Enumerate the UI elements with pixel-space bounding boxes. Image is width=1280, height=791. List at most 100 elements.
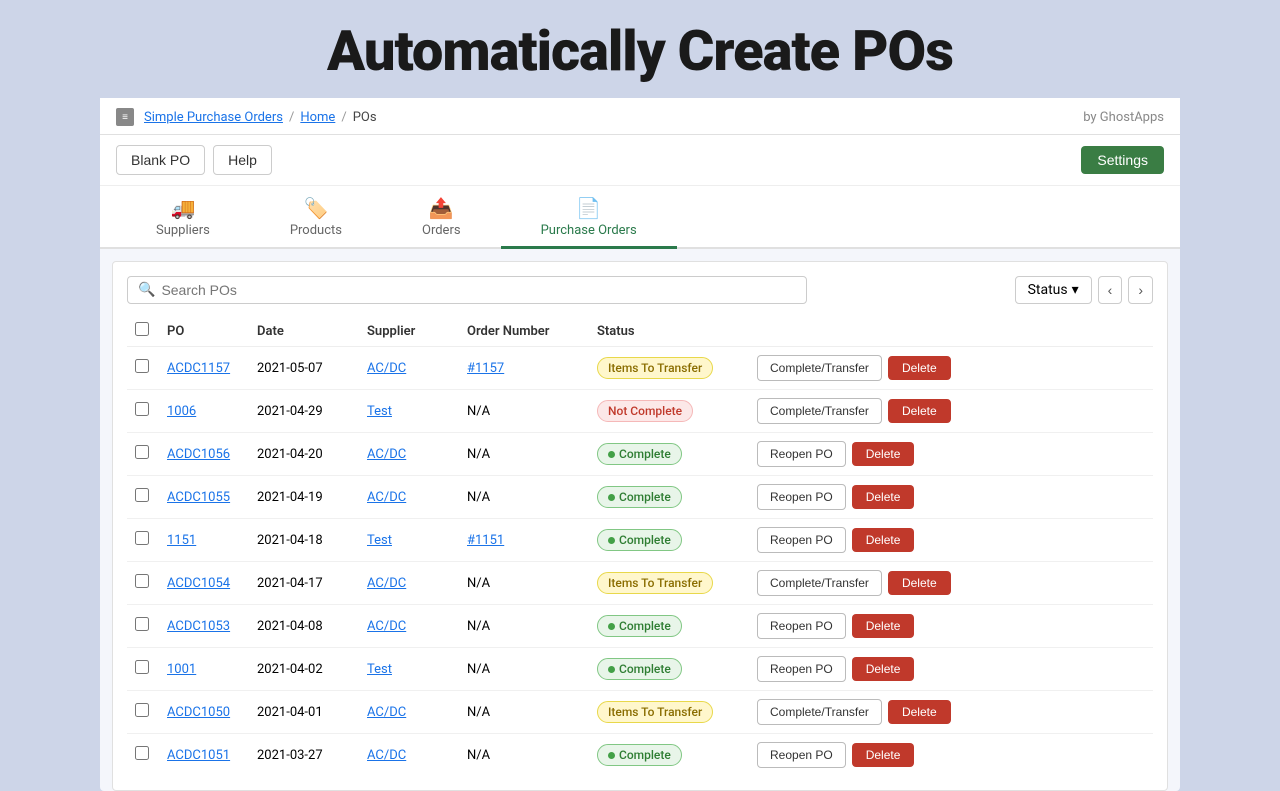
app-icon: ≡ [116, 108, 134, 126]
row-checkbox[interactable] [135, 617, 149, 631]
row-checkbox[interactable] [135, 660, 149, 674]
reopen-po-button[interactable]: Reopen PO [757, 742, 846, 768]
supplier-link[interactable]: Test [367, 404, 392, 419]
po-link[interactable]: ACDC1053 [167, 619, 230, 634]
delete-button[interactable]: Delete [852, 528, 915, 552]
po-link[interactable]: 1006 [167, 404, 196, 419]
po-date: 2021-04-18 [249, 519, 359, 562]
settings-button[interactable]: Settings [1081, 146, 1164, 174]
row-checkbox[interactable] [135, 359, 149, 373]
po-link[interactable]: ACDC1051 [167, 748, 230, 763]
supplier-link[interactable]: AC/DC [367, 748, 406, 763]
order-number: N/A [459, 390, 589, 433]
table-row: ACDC10552021-04-19AC/DCN/ACompleteReopen… [127, 476, 1153, 519]
help-button[interactable]: Help [213, 145, 272, 175]
order-number-link[interactable]: #1151 [467, 533, 504, 548]
tab-purchase-orders[interactable]: 📄 Purchase Orders [501, 186, 677, 249]
upload-icon: 📤 [429, 196, 454, 220]
po-link[interactable]: ACDC1054 [167, 576, 230, 591]
tab-suppliers-label: Suppliers [156, 223, 210, 238]
tab-products[interactable]: 🏷️ Products [250, 186, 382, 249]
row-checkbox[interactable] [135, 703, 149, 717]
next-page-button[interactable]: › [1128, 276, 1153, 304]
action-buttons: Reopen PODelete [757, 441, 1145, 467]
table-row: ACDC11572021-05-07AC/DC#1157Items To Tra… [127, 347, 1153, 390]
status-dropdown[interactable]: Status ▾ [1015, 276, 1092, 304]
status-badge: Complete [597, 443, 682, 465]
delete-button[interactable]: Delete [852, 614, 915, 638]
supplier-link[interactable]: Test [367, 533, 392, 548]
complete-transfer-button[interactable]: Complete/Transfer [757, 699, 882, 725]
reopen-po-button[interactable]: Reopen PO [757, 484, 846, 510]
complete-transfer-button[interactable]: Complete/Transfer [757, 398, 882, 424]
delete-button[interactable]: Delete [852, 485, 915, 509]
complete-dot-icon [608, 666, 615, 673]
complete-dot-icon [608, 451, 615, 458]
delete-button[interactable]: Delete [852, 442, 915, 466]
row-checkbox[interactable] [135, 488, 149, 502]
po-link[interactable]: ACDC1055 [167, 490, 230, 505]
breadcrumb-spo[interactable]: Simple Purchase Orders [144, 110, 283, 125]
po-date: 2021-04-02 [249, 648, 359, 691]
reopen-po-button[interactable]: Reopen PO [757, 656, 846, 682]
order-number-link[interactable]: #1157 [467, 361, 504, 376]
delete-button[interactable]: Delete [888, 356, 951, 380]
breadcrumb-home[interactable]: Home [300, 110, 335, 125]
po-date: 2021-05-07 [249, 347, 359, 390]
reopen-po-button[interactable]: Reopen PO [757, 441, 846, 467]
po-link[interactable]: ACDC1056 [167, 447, 230, 462]
status-label: Status [1028, 282, 1068, 298]
reopen-po-button[interactable]: Reopen PO [757, 527, 846, 553]
by-ghostapps: by GhostApps [1083, 110, 1164, 125]
complete-transfer-button[interactable]: Complete/Transfer [757, 570, 882, 596]
reopen-po-button[interactable]: Reopen PO [757, 613, 846, 639]
status-badge: Complete [597, 615, 682, 637]
complete-transfer-button[interactable]: Complete/Transfer [757, 355, 882, 381]
action-buttons: Complete/TransferDelete [757, 699, 1145, 725]
delete-button[interactable]: Delete [888, 399, 951, 423]
delete-button[interactable]: Delete [852, 743, 915, 767]
po-link[interactable]: ACDC1157 [167, 361, 230, 376]
supplier-link[interactable]: AC/DC [367, 447, 406, 462]
blank-po-button[interactable]: Blank PO [116, 145, 205, 175]
row-checkbox[interactable] [135, 574, 149, 588]
supplier-link[interactable]: Test [367, 662, 392, 677]
select-all-checkbox[interactable] [135, 322, 149, 336]
delete-button[interactable]: Delete [852, 657, 915, 681]
col-header-order-number: Order Number [459, 316, 589, 347]
delete-button[interactable]: Delete [888, 700, 951, 724]
supplier-link[interactable]: AC/DC [367, 490, 406, 505]
row-checkbox[interactable] [135, 746, 149, 760]
col-header-supplier: Supplier [359, 316, 459, 347]
po-date: 2021-04-01 [249, 691, 359, 734]
table-row: 10012021-04-02TestN/ACompleteReopen PODe… [127, 648, 1153, 691]
row-checkbox[interactable] [135, 402, 149, 416]
tabs-row: 🚚 Suppliers 🏷️ Products 📤 Orders 📄 Purch… [100, 186, 1180, 249]
row-checkbox[interactable] [135, 445, 149, 459]
po-link[interactable]: ACDC1050 [167, 705, 230, 720]
table-row: ACDC10532021-04-08AC/DCN/ACompleteReopen… [127, 605, 1153, 648]
tab-products-label: Products [290, 223, 342, 238]
supplier-link[interactable]: AC/DC [367, 705, 406, 720]
supplier-link[interactable]: AC/DC [367, 576, 406, 591]
top-bar: ≡ Simple Purchase Orders / Home / POs by… [100, 98, 1180, 135]
tab-suppliers[interactable]: 🚚 Suppliers [116, 186, 250, 249]
table-row: 11512021-04-18Test#1151CompleteReopen PO… [127, 519, 1153, 562]
po-date: 2021-04-19 [249, 476, 359, 519]
tab-orders[interactable]: 📤 Orders [382, 186, 501, 249]
breadcrumb-pos: POs [353, 110, 377, 125]
status-badge: Complete [597, 486, 682, 508]
supplier-link[interactable]: AC/DC [367, 361, 406, 376]
order-number: N/A [459, 605, 589, 648]
delete-button[interactable]: Delete [888, 571, 951, 595]
search-input[interactable] [161, 282, 796, 298]
search-icon: 🔍 [138, 282, 155, 298]
prev-page-button[interactable]: ‹ [1098, 276, 1123, 304]
dropdown-chevron-icon: ▾ [1072, 282, 1079, 298]
supplier-link[interactable]: AC/DC [367, 619, 406, 634]
row-checkbox[interactable] [135, 531, 149, 545]
po-link[interactable]: 1151 [167, 533, 196, 548]
complete-dot-icon [608, 537, 615, 544]
po-link[interactable]: 1001 [167, 662, 196, 677]
page-title: Automatically Create POs [0, 18, 1280, 84]
